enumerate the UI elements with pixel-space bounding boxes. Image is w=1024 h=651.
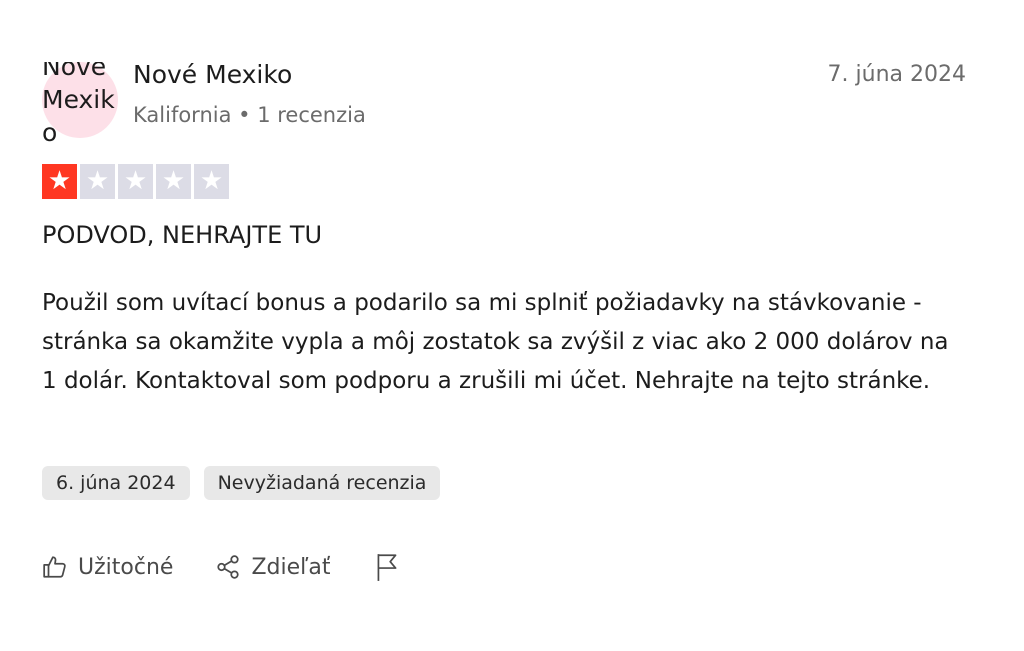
reviewer-meta: Kalifornia • 1 recenzia	[133, 103, 366, 127]
star-icon-4: ★	[156, 164, 191, 199]
reviewer-name[interactable]: Nové Mexiko	[133, 60, 292, 89]
useful-button[interactable]: Užitočné	[42, 554, 173, 580]
avatar-text: Nové Mexiko	[42, 62, 115, 147]
review-tags: 6. júna 2024 Nevyžiadaná recenzia	[42, 466, 441, 500]
report-button[interactable]	[374, 552, 400, 582]
star-rating: ★ ★ ★ ★ ★	[42, 164, 229, 199]
share-button[interactable]: Zdieľať	[215, 554, 330, 580]
share-icon	[215, 554, 241, 580]
review-actions: Užitočné Zdieľať	[42, 552, 400, 582]
share-label: Zdieľať	[251, 554, 331, 580]
avatar-initials-container: Nové Mexiko	[42, 62, 132, 152]
star-icon-1: ★	[42, 164, 77, 199]
review-card: Nové Mexiko Nové Mexiko Kalifornia • 1 r…	[0, 0, 1024, 651]
useful-label: Užitočné	[78, 554, 174, 580]
star-icon-2: ★	[80, 164, 115, 199]
review-title[interactable]: PODVOD, NEHRAJTE TU	[42, 221, 322, 249]
thumbs-up-icon	[42, 554, 68, 580]
star-icon-5: ★	[194, 164, 229, 199]
review-body: Použil som uvítací bonus a podarilo sa m…	[42, 290, 949, 394]
experience-date-badge: 6. júna 2024	[42, 466, 190, 500]
review-date: 7. júna 2024	[827, 62, 966, 87]
star-icon-3: ★	[118, 164, 153, 199]
unprompted-review-badge[interactable]: Nevyžiadaná recenzia	[203, 466, 441, 500]
flag-icon	[374, 552, 400, 582]
